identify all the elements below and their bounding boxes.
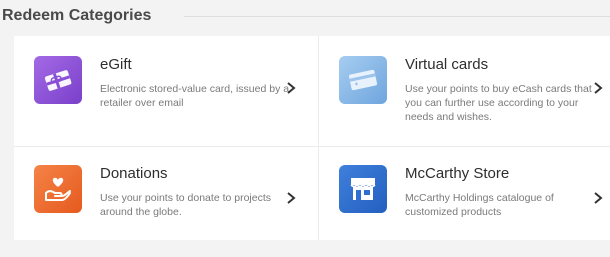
category-card-virtual-cards[interactable]: * Virtual cards Use your points to buy e… [319, 36, 610, 146]
credit-card-icon: * [339, 56, 387, 104]
section-header: Redeem Categories [0, 0, 610, 34]
card-title: Donations [100, 165, 168, 182]
chevron-right-icon [287, 82, 296, 94]
category-card-mccarthy-store[interactable]: McCarthy Store McCarthy Holdings catalog… [319, 147, 610, 257]
categories-grid: eGift Electronic stored-value card, issu… [14, 36, 610, 240]
category-card-egift[interactable]: eGift Electronic stored-value card, issu… [14, 36, 318, 146]
chevron-right-icon [594, 82, 603, 94]
heart-hand-icon [34, 165, 82, 213]
card-description: McCarthy Holdings catalogue of customize… [405, 192, 554, 218]
section-title: Redeem Categories [2, 6, 164, 26]
header-divider [184, 16, 610, 17]
gift-card-icon [34, 56, 82, 104]
card-description: Use your points to donate to projects ar… [100, 192, 272, 218]
chevron-right-icon [594, 192, 603, 204]
chevron-right-icon [287, 192, 296, 204]
card-description: Electronic stored-value card, issued by … [100, 83, 290, 109]
card-title: McCarthy Store [405, 165, 510, 182]
card-title: Virtual cards [405, 56, 489, 73]
category-card-donations[interactable]: Donations Use your points to donate to p… [14, 147, 318, 257]
card-title: eGift [100, 56, 132, 73]
storefront-icon [339, 165, 387, 213]
card-description: Use your points to buy eCash cards that … [405, 83, 592, 123]
